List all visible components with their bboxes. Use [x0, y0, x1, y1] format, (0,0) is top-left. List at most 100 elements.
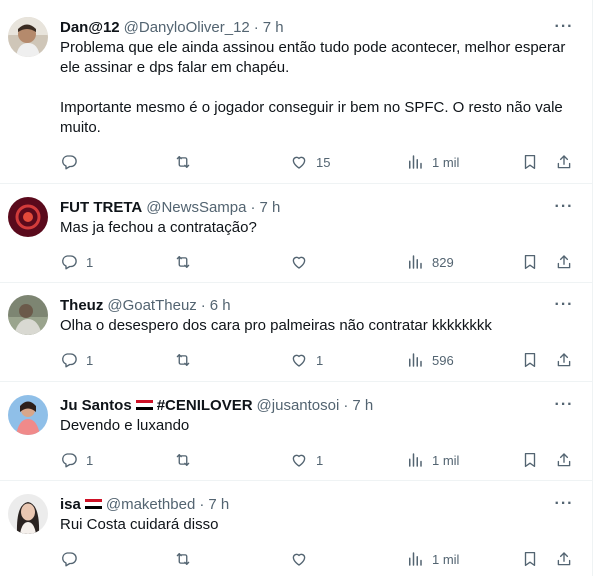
reply-icon: [62, 255, 77, 270]
share-button[interactable]: [555, 251, 573, 273]
more-icon[interactable]: ···: [554, 395, 574, 415]
retweet-button[interactable]: [174, 251, 200, 273]
more-icon[interactable]: ···: [554, 197, 574, 217]
tweet-header: isa @makethbed · 7 h: [60, 494, 229, 514]
tweet-text: Olha o desespero dos cara pro palmeiras …: [60, 317, 492, 334]
more-icon[interactable]: ···: [554, 494, 574, 514]
tweet-actions: 1 1 596: [60, 349, 580, 371]
views-button[interactable]: 1 mil: [406, 151, 459, 173]
views-count: 1 mil: [432, 551, 460, 567]
like-button[interactable]: [290, 548, 316, 570]
separator-dot: ·: [253, 18, 259, 36]
reply-count: 1: [86, 254, 94, 270]
tweet[interactable]: Dan@12 @DanyloOliver_12 · 7 h ··· Proble…: [0, 0, 592, 184]
bookmark-button[interactable]: [521, 151, 539, 173]
retweet-icon: [176, 454, 190, 466]
tweet-header: Theuz @GoatTheuz · 6 h: [60, 295, 231, 315]
views-button[interactable]: 1 mil: [406, 548, 459, 570]
display-name[interactable]: Ju Santos: [60, 397, 132, 414]
bookmark-button[interactable]: [521, 251, 539, 273]
like-button[interactable]: 1: [290, 349, 323, 371]
like-button[interactable]: [290, 251, 316, 273]
more-icon[interactable]: ···: [554, 17, 574, 37]
timestamp[interactable]: 7 h: [259, 199, 280, 216]
bookmark-icon: [524, 352, 536, 368]
bookmark-button[interactable]: [521, 548, 539, 570]
tweet-header: Dan@12 @DanyloOliver_12 · 7 h: [60, 17, 284, 37]
timestamp[interactable]: 7 h: [263, 19, 284, 36]
display-name[interactable]: Dan@12: [60, 19, 120, 36]
bookmark-icon: [524, 154, 536, 170]
tweet-text: Mas ja fechou a contratação?: [60, 219, 257, 236]
bookmark-button[interactable]: [521, 449, 539, 471]
tweet-text: Rui Costa cuidará disso: [60, 516, 219, 533]
reply-icon: [62, 155, 77, 170]
views-button[interactable]: 829: [406, 251, 454, 273]
user-handle[interactable]: @GoatTheuz: [107, 297, 196, 314]
display-name[interactable]: FUT TRETA: [60, 199, 142, 216]
avatar[interactable]: [8, 17, 48, 57]
bookmark-icon: [524, 254, 536, 270]
retweet-button[interactable]: [174, 449, 200, 471]
tweet-header: FUT TRETA @NewsSampa · 7 h: [60, 197, 280, 217]
share-icon: [557, 453, 571, 467]
user-handle[interactable]: @makethbed: [106, 496, 195, 513]
heart-icon: [292, 256, 306, 269]
heart-icon: [292, 553, 306, 566]
views-chart-icon: [409, 552, 422, 566]
reply-button[interactable]: 1: [60, 349, 93, 371]
like-count: 1: [316, 352, 324, 368]
reply-button[interactable]: [60, 151, 86, 173]
tweet[interactable]: Ju Santos #CENILOVER @jusantosoi · 7 h ·…: [0, 382, 592, 481]
retweet-icon: [176, 256, 190, 268]
tweet[interactable]: isa @makethbed · 7 h ··· Rui Costa cuida…: [0, 481, 592, 576]
reply-count: 1: [86, 452, 94, 468]
timestamp[interactable]: 6 h: [210, 297, 231, 314]
display-name-suffix[interactable]: #CENILOVER: [157, 397, 253, 414]
avatar[interactable]: [8, 395, 48, 435]
reply-thread: Dan@12 @DanyloOliver_12 · 7 h ··· Proble…: [0, 0, 593, 576]
avatar[interactable]: [8, 494, 48, 534]
heart-icon: [292, 156, 306, 169]
share-button[interactable]: [555, 548, 573, 570]
user-handle[interactable]: @DanyloOliver_12: [124, 19, 250, 36]
retweet-button[interactable]: [174, 548, 200, 570]
reply-button[interactable]: 1: [60, 449, 93, 471]
like-button[interactable]: 1: [290, 449, 323, 471]
timestamp[interactable]: 7 h: [208, 496, 229, 513]
views-button[interactable]: 596: [406, 349, 454, 371]
like-button[interactable]: 15: [290, 151, 330, 173]
share-button[interactable]: [555, 449, 573, 471]
avatar[interactable]: [8, 197, 48, 237]
egypt-flag-icon: [84, 498, 102, 510]
avatar[interactable]: [8, 295, 48, 335]
tweet[interactable]: Theuz @GoatTheuz · 6 h ··· Olha o desesp…: [0, 283, 592, 382]
display-name[interactable]: Theuz: [60, 297, 103, 314]
views-button[interactable]: 1 mil: [406, 449, 459, 471]
user-handle[interactable]: @NewsSampa: [146, 199, 246, 216]
retweet-button[interactable]: [174, 151, 200, 173]
more-icon[interactable]: ···: [554, 295, 574, 315]
views-chart-icon: [409, 255, 422, 269]
retweet-button[interactable]: [174, 349, 200, 371]
reply-icon: [62, 552, 77, 567]
tweet[interactable]: FUT TRETA @NewsSampa · 7 h ··· Mas ja fe…: [0, 184, 592, 283]
bookmark-icon: [524, 452, 536, 468]
views-count: 1 mil: [432, 154, 460, 170]
share-icon: [557, 255, 571, 269]
separator-dot: ·: [343, 396, 349, 414]
egypt-flag-icon: [135, 399, 153, 411]
share-icon: [557, 353, 571, 367]
user-handle[interactable]: @jusantosoi: [257, 397, 340, 414]
timestamp[interactable]: 7 h: [352, 397, 373, 414]
share-icon: [557, 155, 571, 169]
share-button[interactable]: [555, 151, 573, 173]
display-name[interactable]: isa: [60, 496, 81, 513]
heart-icon: [292, 454, 306, 467]
reply-button[interactable]: 1: [60, 251, 93, 273]
bookmark-button[interactable]: [521, 349, 539, 371]
tweet-text: Problema que ele ainda assinou então tud…: [60, 39, 566, 136]
share-button[interactable]: [555, 349, 573, 371]
reply-button[interactable]: [60, 548, 86, 570]
like-count: 1: [316, 452, 324, 468]
